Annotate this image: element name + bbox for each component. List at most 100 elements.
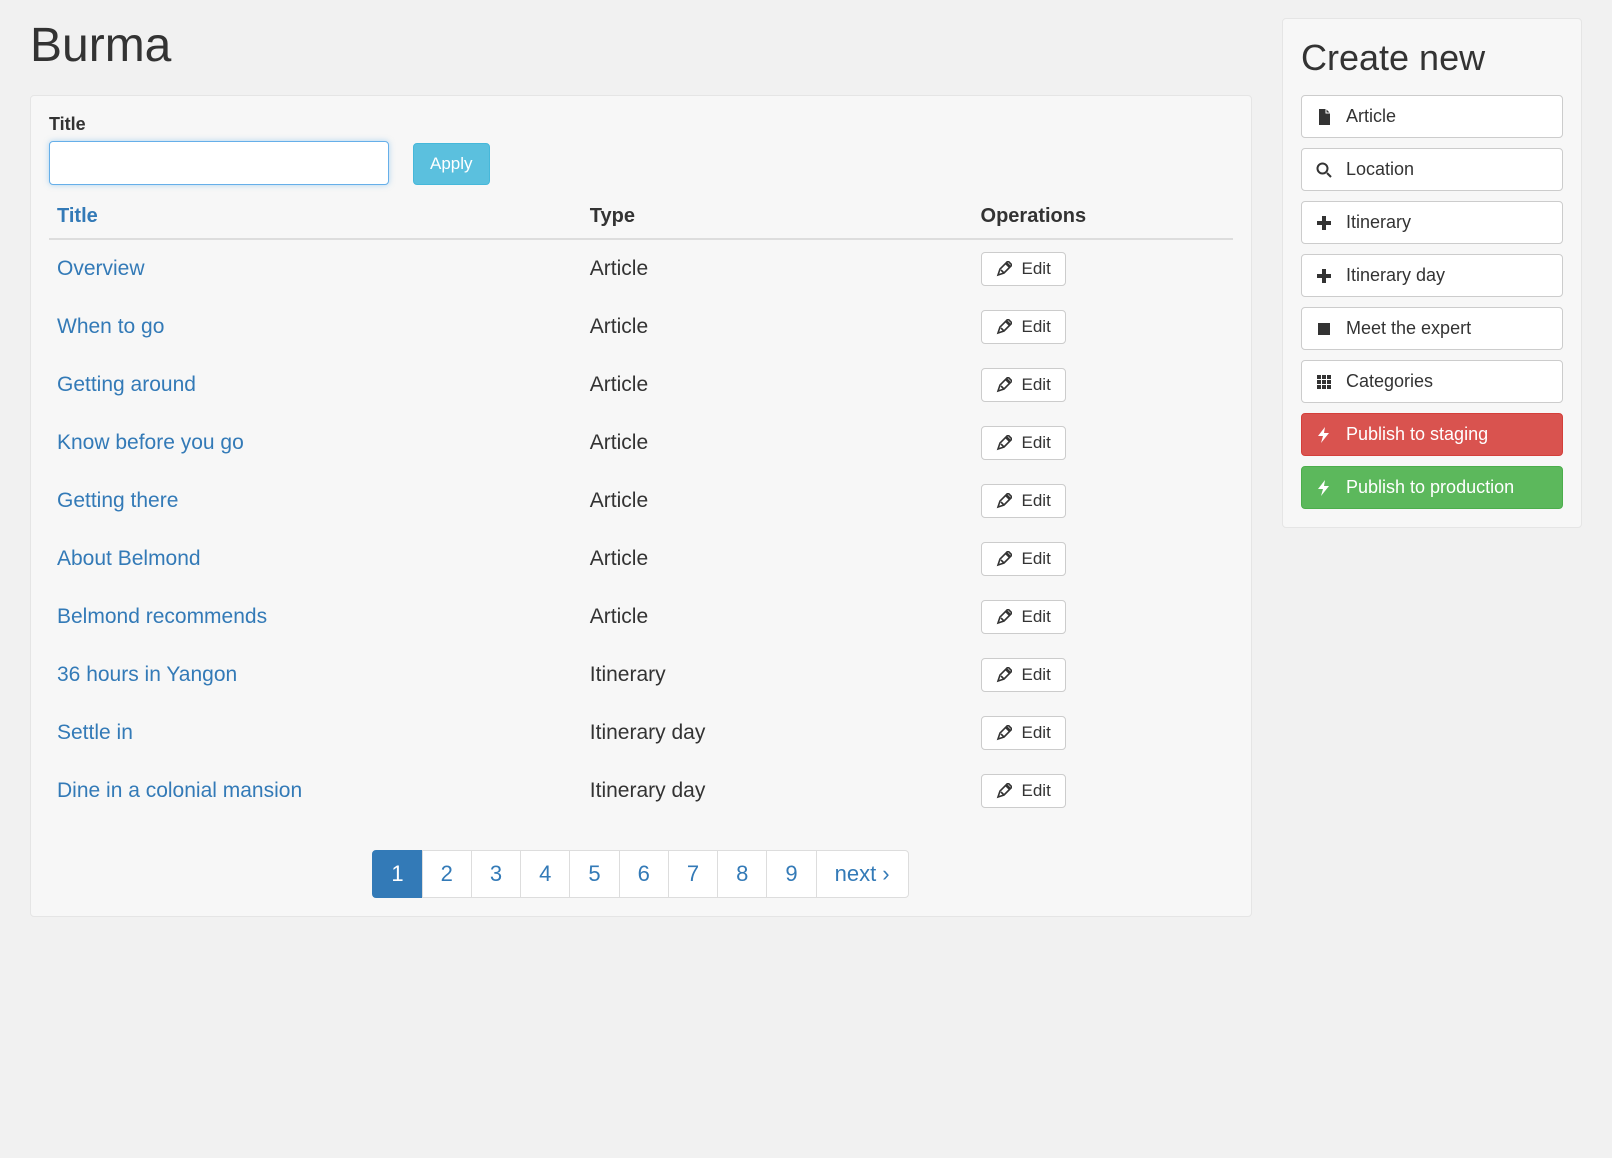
row-type: Article — [582, 356, 973, 414]
pencil-icon — [996, 319, 1012, 335]
page-link[interactable]: 6 — [619, 850, 669, 898]
edit-label: Edit — [1022, 375, 1051, 395]
edit-button[interactable]: Edit — [981, 716, 1066, 750]
search-icon — [1316, 162, 1332, 178]
page-next[interactable]: next › — [816, 850, 909, 898]
publish-staging-button[interactable]: Publish to staging — [1301, 413, 1563, 456]
create-itinerary-day-button[interactable]: Itinerary day — [1301, 254, 1563, 297]
edit-button[interactable]: Edit — [981, 368, 1066, 402]
edit-button[interactable]: Edit — [981, 310, 1066, 344]
pencil-icon — [996, 493, 1012, 509]
row-type: Article — [582, 239, 973, 298]
edit-button[interactable]: Edit — [981, 426, 1066, 460]
row-type: Article — [582, 530, 973, 588]
row-type: Itinerary — [582, 646, 973, 704]
pencil-icon — [996, 783, 1012, 799]
file-icon — [1316, 109, 1332, 125]
create-location-button[interactable]: Location — [1301, 148, 1563, 191]
edit-label: Edit — [1022, 433, 1051, 453]
row-type: Itinerary day — [582, 704, 973, 762]
create-item-label: Categories — [1346, 371, 1433, 392]
table-row: Getting around Article Edit — [49, 356, 1233, 414]
pencil-icon — [996, 725, 1012, 741]
row-type: Article — [582, 472, 973, 530]
bolt-icon — [1316, 427, 1332, 443]
publish-production-label: Publish to production — [1346, 477, 1514, 498]
table-row: 36 hours in Yangon Itinerary Edit — [49, 646, 1233, 704]
table-row: About Belmond Article Edit — [49, 530, 1233, 588]
create-item-label: Meet the expert — [1346, 318, 1471, 339]
content-panel: Title Apply Title Type Operations Overvi… — [30, 95, 1252, 917]
row-title-link[interactable]: Know before you go — [57, 431, 244, 454]
pagination: 123456789next › — [49, 850, 1233, 898]
page-link[interactable]: 7 — [668, 850, 718, 898]
page-title: Burma — [30, 18, 1252, 73]
edit-button[interactable]: Edit — [981, 542, 1066, 576]
page-current: 1 — [372, 850, 422, 898]
col-title-sort[interactable]: Title — [57, 205, 98, 227]
edit-label: Edit — [1022, 665, 1051, 685]
filter-title-label: Title — [49, 114, 389, 135]
row-title-link[interactable]: Dine in a colonial mansion — [57, 779, 302, 802]
row-title-link[interactable]: Belmond recommends — [57, 605, 267, 628]
edit-button[interactable]: Edit — [981, 658, 1066, 692]
plus-icon — [1316, 268, 1332, 284]
table-row: Settle in Itinerary day Edit — [49, 704, 1233, 762]
plus-icon — [1316, 215, 1332, 231]
create-new-panel: Create new Article Location Itinerary Itine… — [1282, 18, 1582, 528]
page-link[interactable]: 3 — [471, 850, 521, 898]
create-item-label: Article — [1346, 106, 1396, 127]
publish-production-button[interactable]: Publish to production — [1301, 466, 1563, 509]
edit-label: Edit — [1022, 491, 1051, 511]
content-table: Title Type Operations OverviewArticleEdi… — [49, 195, 1233, 820]
edit-label: Edit — [1022, 259, 1051, 279]
row-type: Article — [582, 414, 973, 472]
row-title-link[interactable]: Settle in — [57, 721, 133, 744]
pencil-icon — [996, 261, 1012, 277]
pencil-icon — [996, 667, 1012, 683]
pencil-icon — [996, 551, 1012, 567]
publish-staging-label: Publish to staging — [1346, 424, 1488, 445]
create-item-label: Itinerary day — [1346, 265, 1445, 286]
col-type: Type — [582, 195, 973, 239]
row-title-link[interactable]: Getting around — [57, 373, 196, 396]
edit-button[interactable]: Edit — [981, 252, 1066, 286]
create-itinerary-button[interactable]: Itinerary — [1301, 201, 1563, 244]
filter-title-input[interactable] — [49, 141, 389, 185]
table-row: Overview Article Edit — [49, 239, 1233, 298]
row-title-link[interactable]: 36 hours in Yangon — [57, 663, 237, 686]
edit-label: Edit — [1022, 549, 1051, 569]
table-row: When to go ArticleEdit — [49, 298, 1233, 356]
col-operations: Operations — [973, 195, 1233, 239]
page-link[interactable]: 8 — [717, 850, 767, 898]
page-link[interactable]: 9 — [766, 850, 816, 898]
create-article-button[interactable]: Article — [1301, 95, 1563, 138]
create-categories-button[interactable]: Categories — [1301, 360, 1563, 403]
edit-button[interactable]: Edit — [981, 484, 1066, 518]
edit-label: Edit — [1022, 607, 1051, 627]
edit-button[interactable]: Edit — [981, 600, 1066, 634]
row-type: Itinerary day — [582, 762, 973, 820]
table-row: Dine in a colonial mansion Itinerary dayE… — [49, 762, 1233, 820]
row-title-link[interactable]: Overview — [57, 257, 145, 280]
bolt-icon — [1316, 480, 1332, 496]
row-title-link[interactable]: When to go — [57, 315, 164, 338]
row-title-link[interactable]: Getting there — [57, 489, 178, 512]
page-link[interactable]: 5 — [569, 850, 619, 898]
row-title-link[interactable]: About Belmond — [57, 547, 201, 570]
grid-icon — [1316, 374, 1332, 390]
pencil-icon — [996, 377, 1012, 393]
row-type: Article — [582, 298, 973, 356]
table-row: Getting there Article Edit — [49, 472, 1233, 530]
pencil-icon — [996, 609, 1012, 625]
edit-button[interactable]: Edit — [981, 774, 1066, 808]
edit-label: Edit — [1022, 723, 1051, 743]
apply-button[interactable]: Apply — [413, 143, 490, 185]
page-link[interactable]: 2 — [422, 850, 472, 898]
create-meet-the-expert-button[interactable]: Meet the expert — [1301, 307, 1563, 350]
pencil-icon — [996, 435, 1012, 451]
page-link[interactable]: 4 — [520, 850, 570, 898]
create-item-label: Itinerary — [1346, 212, 1411, 233]
table-row: Belmond recommendsArticleEdit — [49, 588, 1233, 646]
create-new-title: Create new — [1301, 37, 1563, 79]
